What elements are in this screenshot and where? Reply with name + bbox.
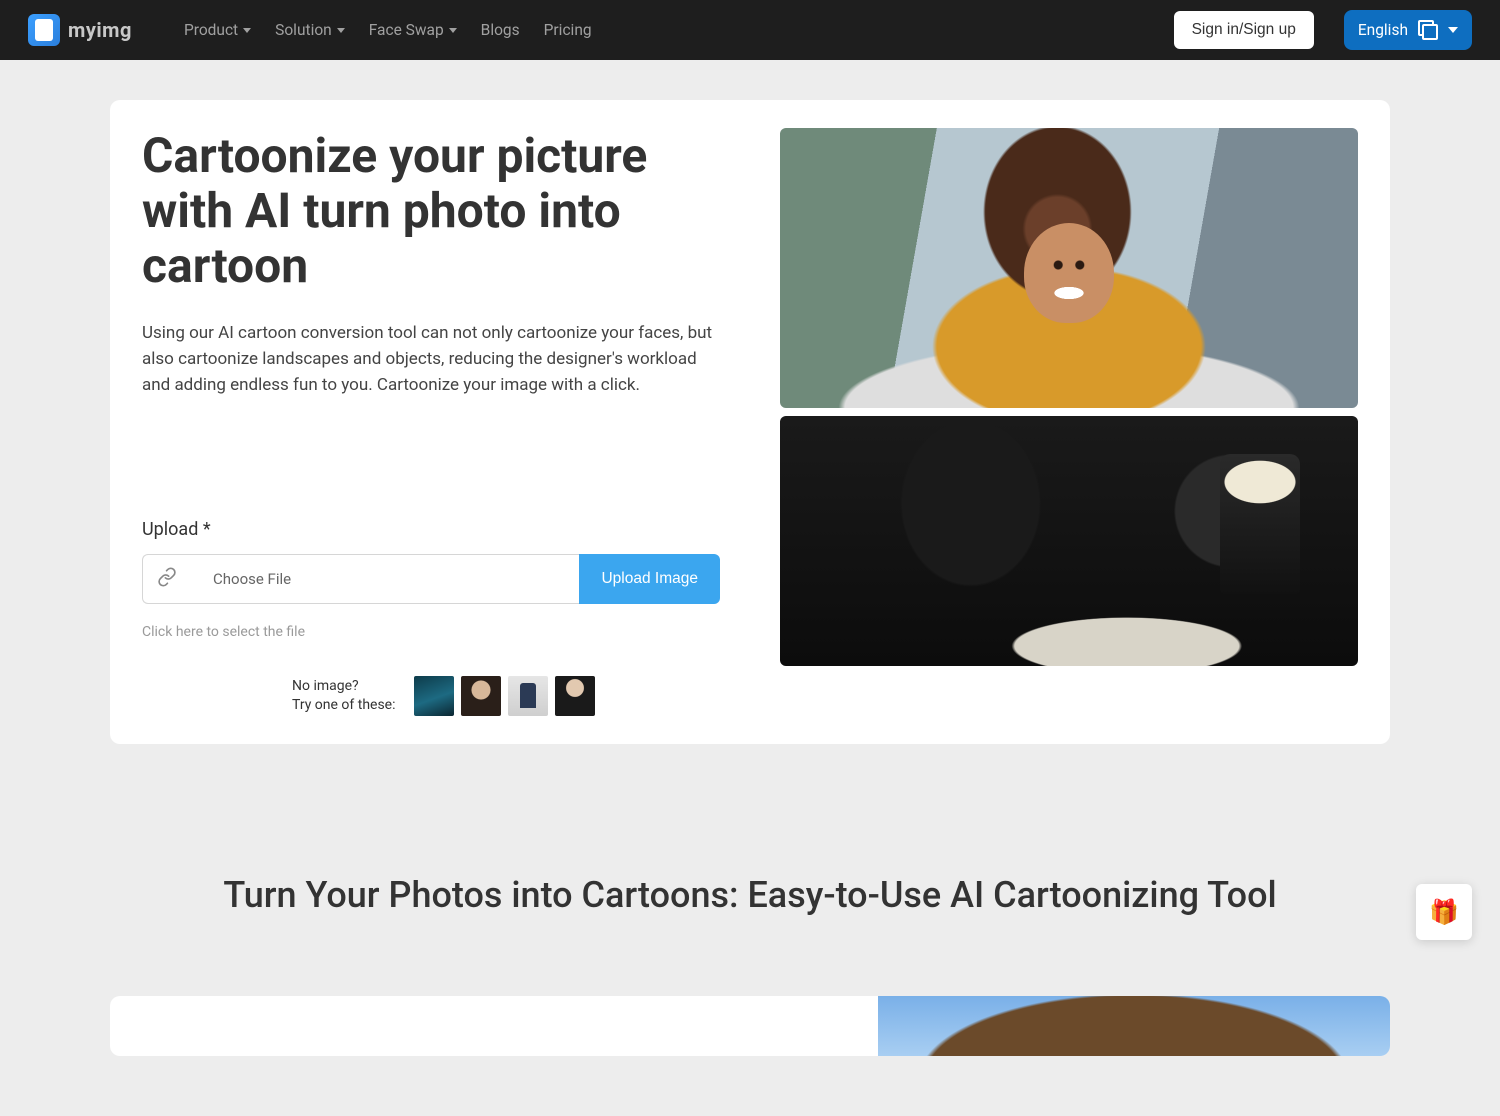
- samples-row: No image? Try one of these:: [142, 676, 720, 716]
- feature-card-image: [878, 996, 1390, 1056]
- nav-product[interactable]: Product: [184, 21, 251, 39]
- hero-description: Using our AI cartoon conversion tool can…: [142, 320, 720, 399]
- site-header: myimg Product Solution Face Swap Blogs P…: [0, 0, 1500, 60]
- upload-label: Upload *: [142, 519, 720, 540]
- nav-product-label: Product: [184, 21, 238, 39]
- nav-pricing-label: Pricing: [544, 21, 592, 39]
- chevron-down-icon: [1448, 27, 1458, 33]
- upload-image-button[interactable]: Upload Image: [579, 554, 720, 604]
- file-input-placeholder: Choose File: [213, 570, 291, 588]
- logo-icon: [28, 14, 60, 46]
- nav-solution-label: Solution: [275, 21, 332, 39]
- nav-face-swap[interactable]: Face Swap: [369, 21, 457, 39]
- upload-row: Choose File Upload Image: [142, 554, 720, 604]
- signin-button[interactable]: Sign in/Sign up: [1174, 11, 1314, 49]
- hero-right-column: [780, 128, 1358, 716]
- samples-text-line1: No image?: [292, 677, 396, 696]
- hero-left-column: Cartoonize your picture with AI turn pho…: [142, 128, 720, 716]
- hero-card: Cartoonize your picture with AI turn pho…: [110, 100, 1390, 744]
- link-icon: [157, 567, 177, 591]
- main-nav: Product Solution Face Swap Blogs Pricing: [184, 21, 592, 39]
- nav-solution[interactable]: Solution: [275, 21, 345, 39]
- gift-icon: 🎁: [1429, 898, 1459, 926]
- sample-thumb-4[interactable]: [555, 676, 595, 716]
- nav-blogs[interactable]: Blogs: [481, 21, 520, 39]
- sample-thumbnails: [414, 676, 595, 716]
- feature-card: [110, 996, 1390, 1056]
- nav-pricing[interactable]: Pricing: [544, 21, 592, 39]
- logo[interactable]: myimg: [28, 14, 132, 46]
- chevron-down-icon: [243, 28, 251, 33]
- section-2-title: Turn Your Photos into Cartoons: Easy-to-…: [110, 874, 1390, 916]
- sample-thumb-1[interactable]: [414, 676, 454, 716]
- page-content: Cartoonize your picture with AI turn pho…: [0, 60, 1500, 1116]
- chevron-down-icon: [449, 28, 457, 33]
- hero-image-cartoon: [780, 416, 1358, 666]
- hero-image-original: [780, 128, 1358, 408]
- sample-thumb-2[interactable]: [461, 676, 501, 716]
- file-input[interactable]: Choose File: [142, 554, 579, 604]
- language-selector[interactable]: English: [1344, 10, 1472, 50]
- gift-fab[interactable]: 🎁: [1416, 884, 1472, 940]
- upload-hint: Click here to select the file: [142, 624, 720, 640]
- nav-blogs-label: Blogs: [481, 21, 520, 39]
- translate-icon: [1418, 20, 1438, 40]
- logo-text: myimg: [68, 18, 132, 42]
- samples-text-line2: Try one of these:: [292, 696, 396, 715]
- feature-card-left: [110, 996, 878, 1056]
- language-label: English: [1358, 21, 1408, 39]
- nav-face-swap-label: Face Swap: [369, 21, 444, 39]
- samples-text: No image? Try one of these:: [292, 677, 396, 715]
- sample-thumb-3[interactable]: [508, 676, 548, 716]
- hero-title: Cartoonize your picture with AI turn pho…: [142, 128, 720, 294]
- chevron-down-icon: [337, 28, 345, 33]
